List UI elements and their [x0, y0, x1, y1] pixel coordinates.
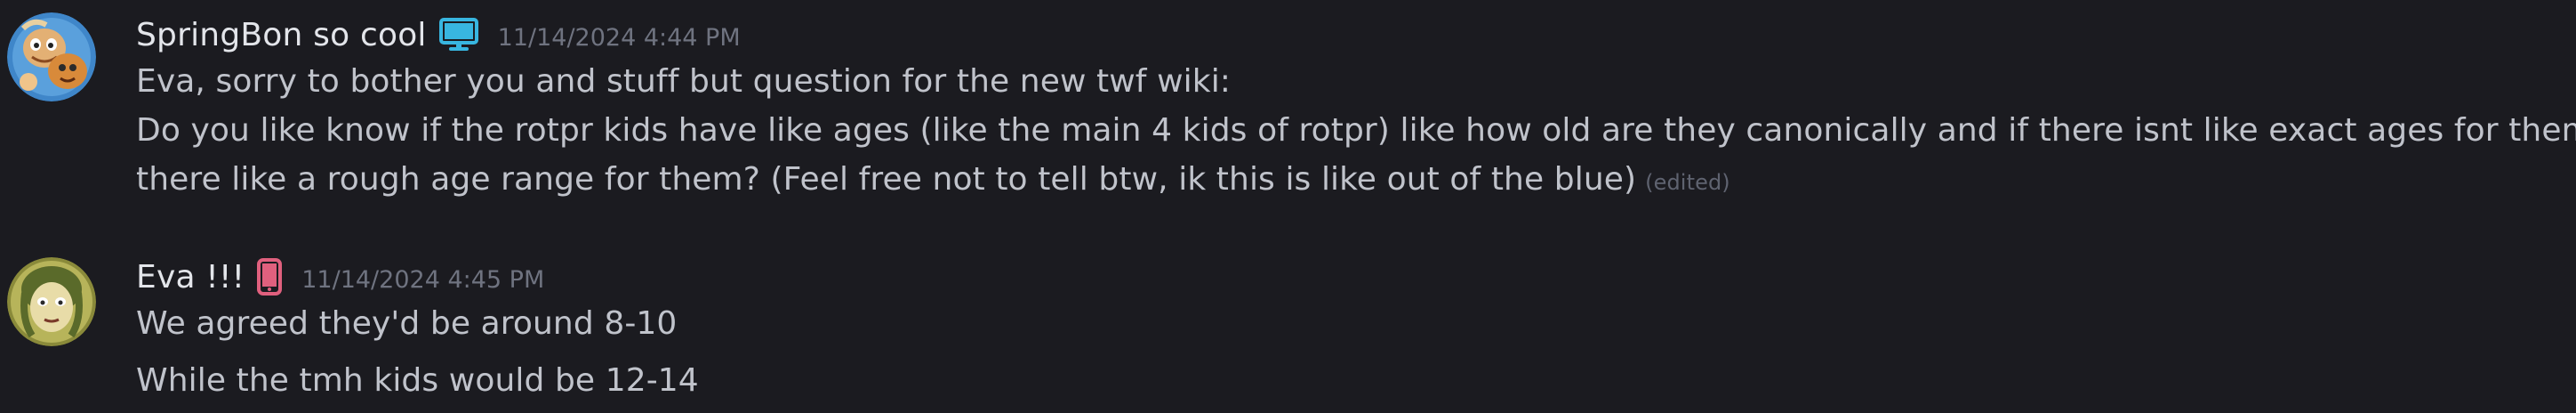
timestamp[interactable]: 11/14/2024 4:45 PM [301, 266, 544, 294]
mobile-icon [257, 258, 283, 296]
edited-label: (edited) [1645, 170, 1730, 195]
avatar[interactable] [7, 12, 96, 101]
timestamp[interactable]: 11/14/2024 4:44 PM [498, 24, 741, 52]
message-line: Do you like know if the rotpr kids have … [136, 112, 2576, 149]
message-line: While the tmh kids would be 12-14 [136, 362, 699, 399]
username[interactable]: SpringBon so cool [136, 17, 427, 53]
desktop-icon [438, 18, 478, 52]
avatar-image [7, 12, 96, 101]
message-line: Eva, sorry to bother you and stuff but q… [136, 63, 1232, 100]
username[interactable]: Eva !!! [136, 259, 245, 296]
avatar[interactable] [7, 257, 96, 346]
message-line: there like a rough age range for them? (… [136, 161, 1730, 198]
avatar-image [7, 257, 96, 346]
chat-log: SpringBon so cool 11/14/2024 4:44 PM Eva… [0, 0, 2576, 413]
message-line: We agreed they'd be around 8-10 [136, 305, 678, 342]
message-text: there like a rough age range for them? (… [136, 161, 1637, 198]
